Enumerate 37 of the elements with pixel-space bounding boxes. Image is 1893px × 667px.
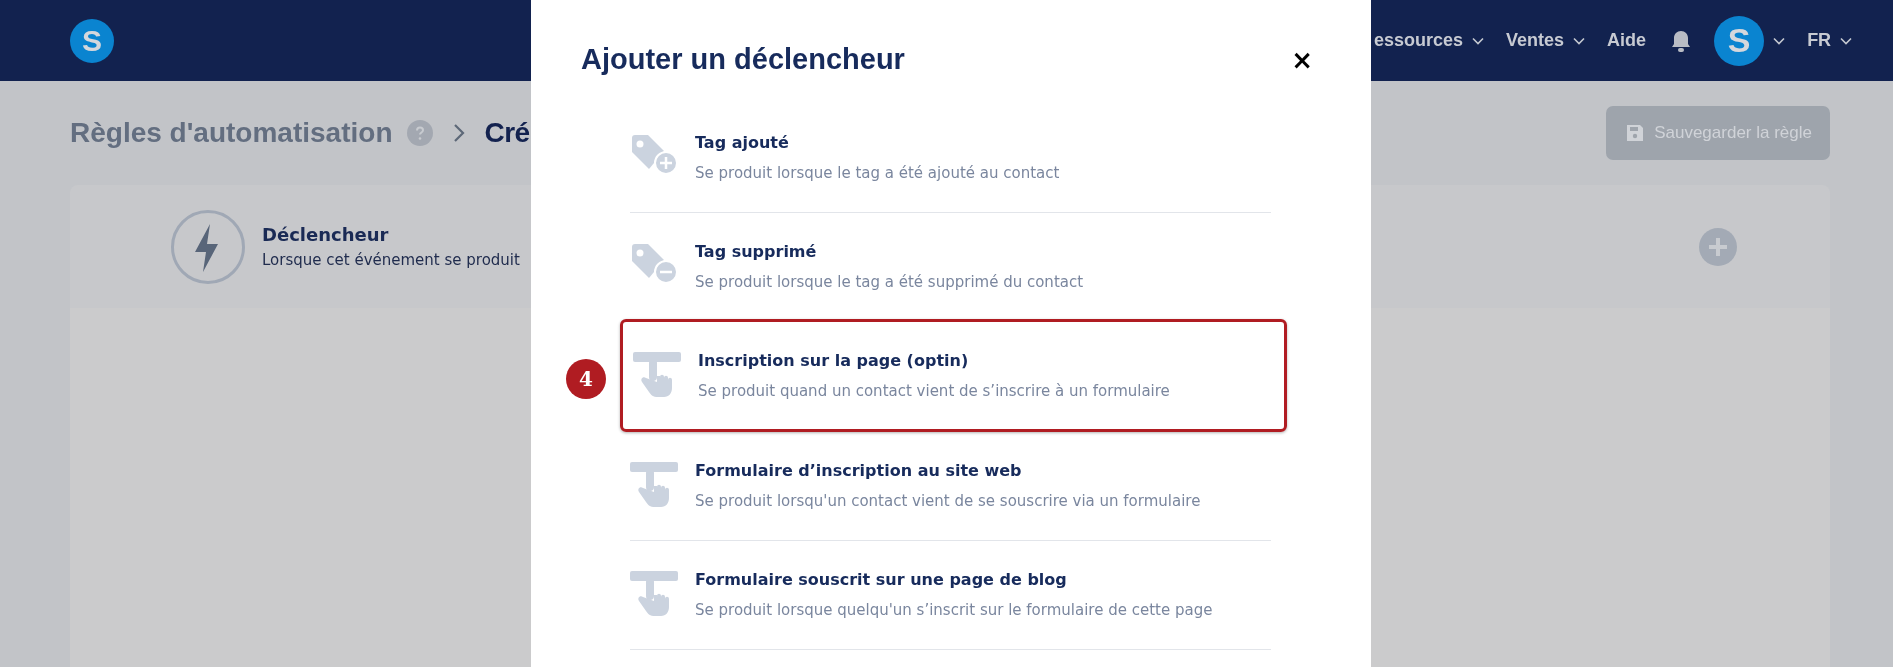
option-title: Tag ajouté <box>695 132 790 154</box>
lightning-icon <box>170 208 246 285</box>
trigger-option[interactable]: Formulaire d’inscription au site web Se produit lorsqu'un contact vient de se souscrire via un formulaire <box>630 432 1271 541</box>
chevron-down-icon <box>1840 36 1853 45</box>
option-title: Tag supprimé <box>695 241 818 263</box>
nav-menu-item[interactable]: essources <box>1374 30 1485 51</box>
close-button[interactable]: × <box>1283 45 1321 74</box>
plus-icon <box>1699 227 1737 266</box>
nav-menu-item[interactable]: Aide <box>1607 30 1647 51</box>
option-title: Formulaire d’inscription au site web <box>695 460 1023 482</box>
dialog-title: Ajouter un déclencheur <box>581 43 905 76</box>
help-icon <box>406 120 433 146</box>
option-title: Formulaire souscrit sur une page de blog <box>695 569 1068 591</box>
hand-pointer-icon <box>630 571 678 617</box>
chevron-down-icon <box>1573 36 1586 45</box>
chevron-down-icon <box>1472 36 1485 45</box>
add-step-button[interactable] <box>1699 227 1737 266</box>
trigger-option[interactable]: Formulaire souscrit sur une page de blog Se produit lorsque quelqu'un s’inscrit sur le formulaire de cette page <box>630 541 1271 650</box>
nav-menu-item[interactable]: Ventes <box>1506 30 1586 51</box>
hand-pointer-icon <box>633 352 681 398</box>
option-description: Se produit lorsque quelqu'un s’inscrit sur le formulaire de cette page <box>695 600 1213 620</box>
option-description: Se produit lorsque le tag a été supprimé du contact <box>695 272 1084 292</box>
trigger-option[interactable]: Tag supprimé Se produit lorsque le tag a été supprimé du contact <box>630 213 1271 322</box>
chevron-down-icon <box>1773 36 1786 45</box>
trigger-description: Lorsque cet événement se produit <box>262 251 520 269</box>
step-badge: 4 <box>566 359 606 399</box>
chevron-right-icon <box>452 123 465 143</box>
option-description: Se produit lorsqu'un contact vient de se souscrire via un formulaire <box>695 491 1201 511</box>
option-description: Se produit quand un contact vient de s’inscrire à un formulaire <box>698 381 1170 401</box>
bell-icon <box>1670 28 1693 53</box>
page-title: Cré <box>484 117 530 149</box>
option-title: Inscription sur la page (optin) <box>698 350 970 372</box>
option-description: Se produit lorsque le tag a été ajouté au contact <box>695 163 1060 183</box>
trigger-option[interactable]: Tag ajouté Se produit lorsque le tag a été ajouté au contact <box>630 104 1271 213</box>
trigger-title: Déclencheur <box>262 224 390 245</box>
language-menu[interactable]: FR <box>1807 30 1853 51</box>
hand-pointer-icon <box>630 462 678 508</box>
